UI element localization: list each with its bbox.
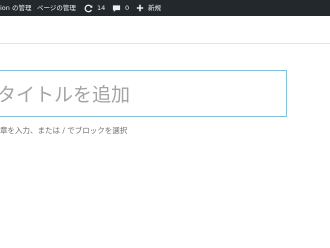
block-appender[interactable]: 章を入力、または / でブロックを選択 [0,125,127,136]
updates-icon [84,4,93,13]
post-title-input[interactable]: タイトルを追加 [0,70,287,117]
plus-icon [136,4,144,12]
comments-count: 0 [125,4,130,12]
site-name-link[interactable]: ion の管理 [0,0,31,16]
updates-count: 14 [97,4,106,12]
editor-header [0,16,330,44]
updates-link[interactable]: 14 [84,0,105,16]
comment-icon [112,4,121,13]
title-placeholder: タイトルを追加 [0,84,131,106]
customize-link[interactable]: ページの管理 [37,0,76,16]
comments-link[interactable]: 0 [112,0,129,16]
admin-bar: ion の管理 ページの管理 14 0 新規 [0,0,330,16]
new-content-label: 新規 [148,4,161,12]
new-content-link[interactable]: 新規 [136,0,161,16]
